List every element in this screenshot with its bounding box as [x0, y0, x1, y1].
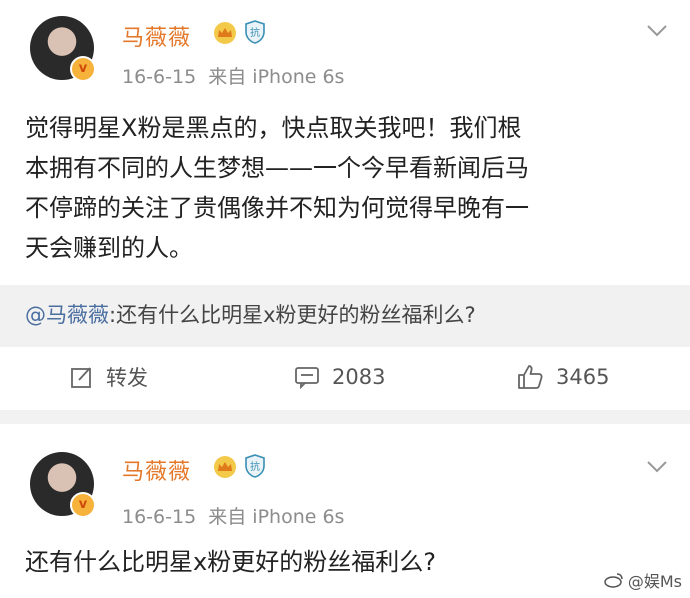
- post-time: 16-6-15: [122, 66, 197, 88]
- edit-icon: [71, 367, 91, 388]
- crown-icon: [214, 22, 236, 44]
- crown-icon: [214, 456, 236, 478]
- post-time: 16-6-15: [122, 506, 197, 528]
- post-text-line: 天会赚到的人。: [25, 234, 193, 262]
- weibo-logo-icon: [604, 573, 623, 588]
- chevron-down-icon[interactable]: [646, 460, 668, 474]
- watermark-text: @娱Ms: [627, 572, 682, 591]
- post-text-line: 不停蹄的关注了贵偶像并不知为何觉得早晚有一: [25, 194, 529, 222]
- repost-text: @马薇薇:还有什么比明星x粉更好的粉丝福利么?: [25, 299, 476, 329]
- svg-text:抗: 抗: [250, 26, 260, 39]
- repost-quote[interactable]: @马薇薇:还有什么比明星x粉更好的粉丝福利么?: [0, 285, 690, 347]
- shield-icon: 抗: [245, 454, 265, 478]
- post-source: 来自 iPhone 6s: [208, 66, 345, 88]
- weibo-post-card: v 马薇薇 抗 16-6-15 来自 iPhone 6s 觉得明星X粉是黑点的，…: [0, 0, 690, 410]
- post-body: 觉得明星X粉是黑点的，快点取关我吧！我们根 本拥有不同的人生梦想——一个今早看新…: [25, 108, 665, 268]
- like-button[interactable]: 3465: [516, 362, 609, 392]
- mention-link[interactable]: @马薇薇: [25, 303, 109, 327]
- post-body: 还有什么比明星x粉更好的粉丝福利么?: [25, 548, 436, 576]
- weibo-post-card: v 马薇薇 抗 16-6-15 来自 iPhone 6s 还有什么比明星x粉更好…: [0, 424, 690, 598]
- avatar[interactable]: v: [30, 452, 96, 518]
- username[interactable]: 马薇薇: [122, 454, 191, 486]
- thumbs-up-icon: [518, 365, 543, 389]
- post-meta: 16-6-15 来自 iPhone 6s: [122, 502, 344, 529]
- chevron-down-icon[interactable]: [646, 24, 668, 38]
- svg-text:抗: 抗: [250, 460, 260, 473]
- comment-icon: [295, 367, 319, 389]
- username[interactable]: 马薇薇: [122, 20, 191, 52]
- repost-content: :还有什么比明星x粉更好的粉丝福利么?: [109, 303, 476, 327]
- avatar[interactable]: v: [30, 16, 96, 82]
- comment-count: 2083: [332, 365, 386, 389]
- repost-button[interactable]: 转发: [70, 362, 148, 392]
- like-count: 3465: [556, 365, 610, 389]
- repost-label: 转发: [106, 366, 148, 390]
- post-meta: 16-6-15 来自 iPhone 6s: [122, 62, 344, 89]
- weibo-watermark: @娱Ms: [604, 568, 682, 592]
- post-source: 来自 iPhone 6s: [208, 506, 345, 528]
- verified-badge-icon: v: [70, 56, 96, 82]
- comment-button[interactable]: 2083: [294, 362, 385, 392]
- post-text-line: 本拥有不同的人生梦想——一个今早看新闻后马: [25, 154, 529, 182]
- post-text-line: 觉得明星X粉是黑点的，快点取关我吧！我们根: [25, 114, 522, 142]
- shield-icon: 抗: [245, 20, 265, 44]
- verified-badge-icon: v: [70, 492, 96, 518]
